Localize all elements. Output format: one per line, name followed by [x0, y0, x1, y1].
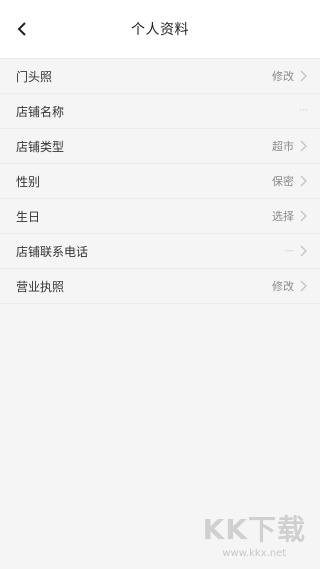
row-label: 店铺类型	[16, 139, 65, 154]
watermark-url: www.kkx.net	[222, 548, 287, 559]
row-store-type[interactable]: 店铺类型 超市	[0, 129, 320, 164]
watermark-logo: KK下载	[202, 513, 306, 546]
row-value: 选择	[272, 210, 294, 223]
row-label: 营业执照	[16, 279, 65, 294]
row-value: ···	[299, 106, 308, 116]
back-button[interactable]	[12, 19, 32, 39]
row-value: —	[285, 246, 294, 256]
row-label: 店铺联系电话	[16, 244, 89, 259]
row-gender[interactable]: 性别 保密	[0, 164, 320, 199]
row-label: 门头照	[16, 69, 53, 84]
chevron-right-icon	[298, 244, 308, 258]
row-store-name[interactable]: 店铺名称 ···	[0, 94, 320, 129]
chevron-right-icon	[298, 174, 308, 188]
row-label: 生日	[16, 209, 41, 224]
chevron-right-icon	[298, 139, 308, 153]
row-value: 修改	[272, 280, 294, 293]
watermark: KK下载 www.kkx.net	[203, 508, 306, 559]
row-store-phone[interactable]: 店铺联系电话 —	[0, 234, 320, 269]
row-label: 性别	[16, 174, 41, 189]
chevron-right-icon	[298, 209, 308, 223]
row-birthday[interactable]: 生日 选择	[0, 199, 320, 234]
row-value: 修改	[272, 70, 294, 83]
page-title: 个人资料	[131, 22, 189, 38]
row-business-license[interactable]: 营业执照 修改	[0, 269, 320, 304]
chevron-right-icon	[298, 69, 308, 83]
row-value: 超市	[272, 140, 294, 153]
chevron-right-icon	[298, 279, 308, 293]
chevron-left-icon	[17, 22, 26, 36]
profile-list: 门头照 修改 店铺名称 ··· 店铺类型 超市 性别 保密 生日 选择 店铺联系…	[0, 58, 320, 304]
row-value: 保密	[272, 175, 294, 188]
row-label: 店铺名称	[16, 104, 65, 119]
header-bar: 个人资料	[0, 0, 320, 58]
row-storefront-photo[interactable]: 门头照 修改	[0, 58, 320, 94]
